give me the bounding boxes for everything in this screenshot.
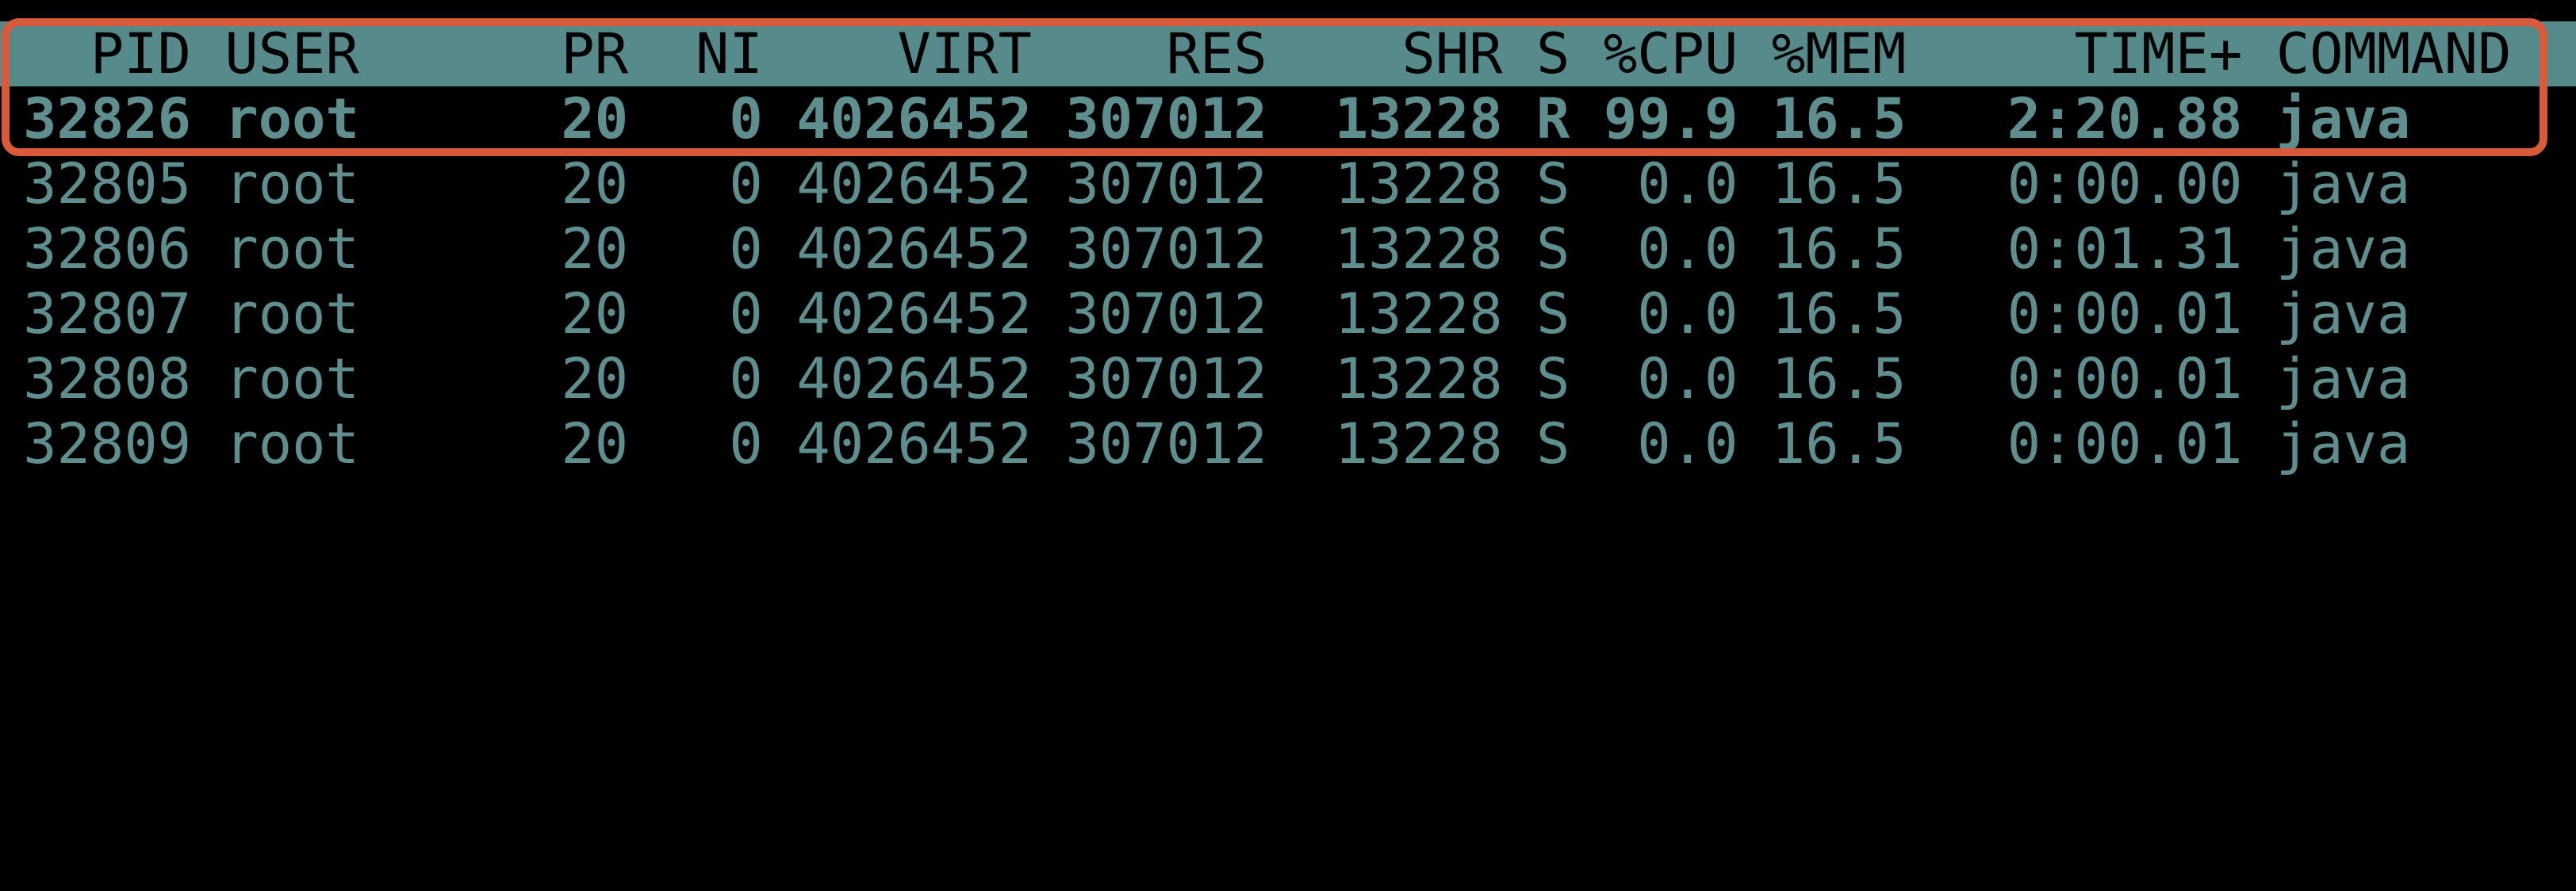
cell-user: root [224, 346, 359, 411]
column-header-pr[interactable]: PR [494, 21, 628, 86]
cell-res: 307012 [1065, 86, 1267, 151]
cell-time: 2:20.88 [2007, 86, 2243, 151]
cell-shr: 13228 [1334, 346, 1503, 411]
process-row-selected[interactable]: 32826 root 20 0 4026452 307012 13228 R 99.9 16.5 2… [0, 86, 2576, 151]
cell-time: 0:00.00 [2007, 151, 2243, 216]
cell-s: S [1536, 346, 1570, 411]
cell-command: java [2275, 346, 2411, 411]
column-header-mem[interactable]: %MEM [1738, 21, 1907, 86]
cell-res: 307012 [1065, 281, 1267, 346]
cell-user: root [224, 151, 359, 216]
cell-pid: 32806 [23, 216, 191, 281]
cell-ni: 0 [729, 86, 763, 151]
process-row[interactable]: 32807 root 20 0 4026452 307012 13228 S 0.0 16.5 0:… [0, 281, 2576, 346]
cell-time: 0:00.01 [2007, 346, 2243, 411]
cell-res: 307012 [1065, 346, 1267, 411]
cell-ni: 0 [729, 281, 763, 346]
cell-time: 0:00.01 [2007, 281, 2243, 346]
cell-time: 0:00.01 [2007, 411, 2243, 476]
cell-pid: 32807 [23, 281, 191, 346]
cell-command: java [2275, 411, 2411, 476]
cell-pid: 32808 [23, 346, 191, 411]
cell-virt: 4026452 [796, 281, 1032, 346]
column-header-virt[interactable]: VIRT [763, 21, 1032, 86]
cell-s: S [1536, 281, 1570, 346]
cell-pr: 20 [561, 346, 629, 411]
cell-user: root [224, 411, 359, 476]
process-table-header: PID USER PR NI VIRT RES SHR S %CPU %MEM … [0, 21, 2576, 86]
cell-shr: 13228 [1334, 151, 1503, 216]
cell-ni: 0 [729, 411, 763, 476]
cell-cpu: 0.0 [1637, 216, 1738, 281]
terminal-window: PID USER PR NI VIRT RES SHR S %CPU %MEM … [0, 0, 2576, 476]
cell-cpu: 99.9 [1603, 86, 1738, 151]
cell-s: R [1536, 86, 1570, 151]
cell-cpu: 0.0 [1637, 411, 1738, 476]
process-row[interactable]: 32805 root 20 0 4026452 307012 13228 S 0.0 16.5 0:… [0, 151, 2576, 216]
cell-pid: 32826 [23, 86, 191, 151]
cell-pr: 20 [561, 216, 629, 281]
column-header-cpu[interactable]: %CPU [1570, 21, 1738, 86]
cell-virt: 4026452 [796, 411, 1032, 476]
cell-pr: 20 [561, 411, 629, 476]
cell-ni: 0 [729, 346, 763, 411]
cell-res: 307012 [1065, 151, 1267, 216]
column-header-user[interactable]: USER [224, 21, 493, 86]
cell-shr: 13228 [1334, 281, 1503, 346]
cell-mem: 16.5 [1771, 281, 1907, 346]
cell-mem: 16.5 [1771, 411, 1907, 476]
cell-cpu: 0.0 [1637, 346, 1738, 411]
cell-shr: 13228 [1334, 216, 1503, 281]
process-row[interactable]: 32806 root 20 0 4026452 307012 13228 S 0.0 16.5 0:… [0, 216, 2576, 281]
column-header-state[interactable]: S [1536, 21, 1570, 86]
column-header-pid[interactable]: PID [23, 21, 191, 86]
cell-virt: 4026452 [796, 216, 1032, 281]
cell-shr: 13228 [1334, 411, 1503, 476]
cell-res: 307012 [1065, 216, 1267, 281]
cell-user: root [224, 86, 359, 151]
cell-pid: 32809 [23, 411, 191, 476]
process-row[interactable]: 32808 root 20 0 4026452 307012 13228 S 0.0 16.5 0:… [0, 346, 2576, 411]
column-header-shr[interactable]: SHR [1267, 21, 1502, 86]
column-header-res[interactable]: RES [1032, 21, 1267, 86]
cell-ni: 0 [729, 151, 763, 216]
cell-virt: 4026452 [796, 346, 1032, 411]
cell-cpu: 0.0 [1637, 151, 1738, 216]
column-header-command[interactable]: COMMAND [2276, 21, 2545, 86]
cell-pr: 20 [561, 151, 629, 216]
process-row[interactable]: 32809 root 20 0 4026452 307012 13228 S 0.0 16.5 0:… [0, 411, 2576, 476]
cell-pr: 20 [561, 86, 629, 151]
cell-mem: 16.5 [1771, 216, 1907, 281]
cell-user: root [224, 216, 359, 281]
cell-mem: 16.5 [1771, 151, 1907, 216]
column-header-time[interactable]: TIME+ [1906, 21, 2242, 86]
cell-s: S [1536, 411, 1570, 476]
cell-virt: 4026452 [796, 86, 1032, 151]
cell-pid: 32805 [23, 151, 191, 216]
cell-cpu: 0.0 [1637, 281, 1738, 346]
column-header-ni[interactable]: NI [628, 21, 763, 86]
cell-shr: 13228 [1334, 86, 1503, 151]
cell-user: root [224, 281, 359, 346]
cell-virt: 4026452 [796, 151, 1032, 216]
cell-res: 307012 [1065, 411, 1267, 476]
cell-command: java [2275, 216, 2411, 281]
cell-command: java [2275, 151, 2411, 216]
cell-mem: 16.5 [1771, 86, 1907, 151]
cell-pr: 20 [561, 281, 629, 346]
cell-command: java [2275, 281, 2411, 346]
cell-ni: 0 [729, 216, 763, 281]
cell-s: S [1536, 151, 1570, 216]
cell-s: S [1536, 216, 1570, 281]
cell-time: 0:01.31 [2007, 216, 2243, 281]
cell-mem: 16.5 [1771, 346, 1907, 411]
cell-command: java [2275, 86, 2411, 151]
